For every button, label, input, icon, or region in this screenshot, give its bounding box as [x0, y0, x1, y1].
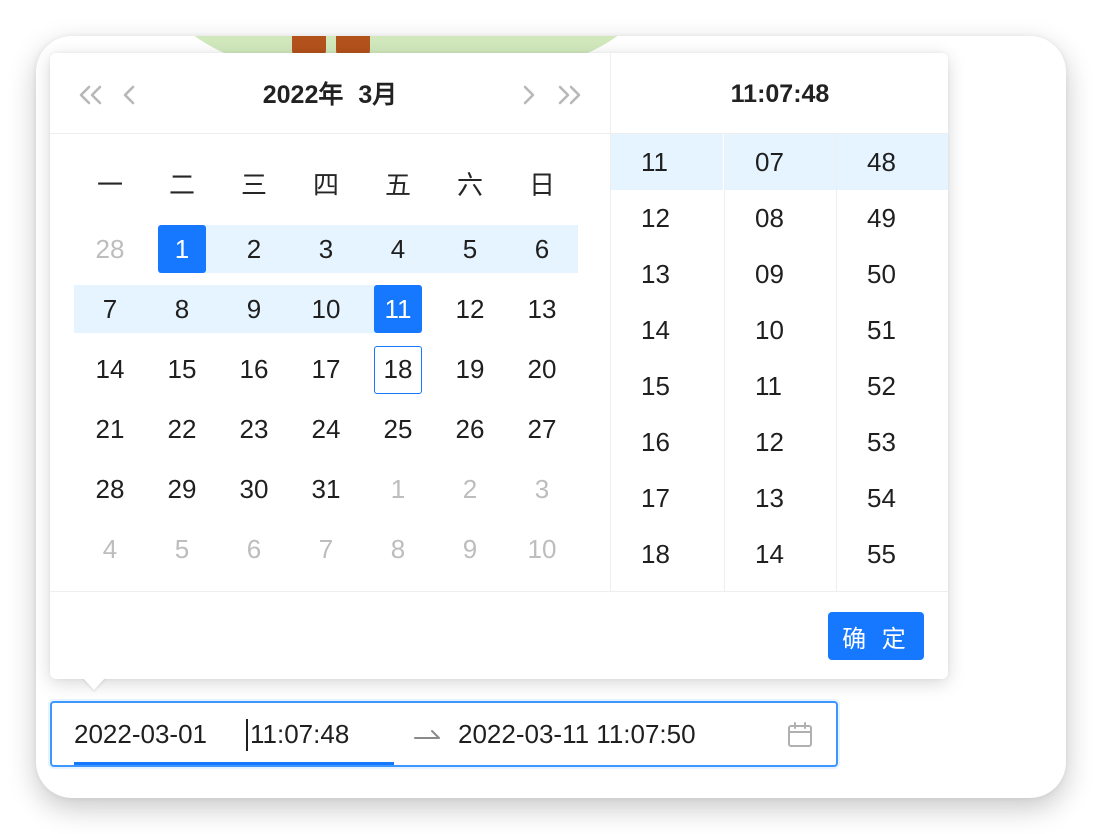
date-cell[interactable]: 12: [434, 279, 506, 339]
date-cell[interactable]: 6: [506, 219, 578, 279]
hour-option[interactable]: 16: [611, 414, 723, 470]
swap-arrow-icon: [412, 723, 442, 752]
date-cell[interactable]: 7: [74, 279, 146, 339]
chevron-right-icon[interactable]: [520, 75, 538, 115]
date-cell[interactable]: 22: [146, 399, 218, 459]
second-option[interactable]: 52: [837, 358, 948, 414]
date-panel: 2022年 3月 一 二 三 四 五 六 日 28 1 2 3 4 5 6 7 …: [50, 53, 610, 591]
date-cell[interactable]: 4: [74, 519, 146, 579]
year-label[interactable]: 2022年: [263, 81, 344, 109]
date-cell[interactable]: 25: [362, 399, 434, 459]
active-input-indicator: [74, 762, 394, 765]
text-caret: [246, 719, 248, 751]
date-cell[interactable]: 27: [506, 399, 578, 459]
picker-footer: 确 定: [50, 591, 948, 679]
weekday-label: 六: [456, 170, 483, 200]
date-cell[interactable]: 2: [434, 459, 506, 519]
date-cell[interactable]: 30: [218, 459, 290, 519]
start-date-value[interactable]: 2022-03-01: [74, 703, 207, 765]
time-panel: 11:07:48 11 12 13 14 15 16 17 18 07 08 0…: [610, 53, 949, 591]
datetime-range-input[interactable]: 2022-03-01 11:07:48 2022-03-11 11:07:50: [50, 701, 838, 767]
date-cell-range-end[interactable]: 11: [362, 279, 434, 339]
hour-column[interactable]: 11 12 13 14 15 16 17 18: [611, 134, 723, 591]
weekday-label: 四: [312, 170, 339, 200]
calendar-icon[interactable]: [786, 721, 814, 754]
double-chevron-right-icon[interactable]: [556, 75, 584, 115]
date-cell[interactable]: 16: [218, 339, 290, 399]
minute-option[interactable]: 09: [725, 246, 836, 302]
weekday-label: 三: [240, 170, 267, 200]
second-option[interactable]: 51: [837, 302, 948, 358]
date-cell[interactable]: 20: [506, 339, 578, 399]
date-cell[interactable]: 9: [434, 519, 506, 579]
date-cell[interactable]: 31: [290, 459, 362, 519]
date-cell[interactable]: 5: [146, 519, 218, 579]
hour-option-selected[interactable]: 11: [611, 134, 723, 190]
minute-option[interactable]: 11: [725, 358, 836, 414]
minute-option-selected[interactable]: 07: [725, 134, 836, 190]
date-cell[interactable]: 28: [74, 219, 146, 279]
date-cell-range-start[interactable]: 1: [146, 219, 218, 279]
start-time-value[interactable]: 11:07:48: [250, 703, 349, 765]
second-option[interactable]: 55: [837, 526, 948, 582]
date-cell[interactable]: 3: [290, 219, 362, 279]
date-cell[interactable]: 13: [506, 279, 578, 339]
date-cell[interactable]: 8: [146, 279, 218, 339]
hour-option[interactable]: 13: [611, 246, 723, 302]
minute-option[interactable]: 14: [725, 526, 836, 582]
date-cell[interactable]: 10: [506, 519, 578, 579]
datetime-range-picker-popup: 2022年 3月 一 二 三 四 五 六 日 28 1 2 3 4 5 6 7 …: [50, 53, 949, 679]
date-cell[interactable]: 26: [434, 399, 506, 459]
time-panel-title: 11:07:48: [611, 53, 949, 134]
second-option-selected[interactable]: 48: [837, 134, 948, 190]
date-cell[interactable]: 28: [74, 459, 146, 519]
date-cell[interactable]: 21: [74, 399, 146, 459]
date-cell[interactable]: 6: [218, 519, 290, 579]
date-cell[interactable]: 24: [290, 399, 362, 459]
date-cell[interactable]: 23: [218, 399, 290, 459]
weekday-label: 一: [96, 170, 123, 200]
date-cell[interactable]: 19: [434, 339, 506, 399]
date-cell[interactable]: 15: [146, 339, 218, 399]
date-cell[interactable]: 3: [506, 459, 578, 519]
hour-option[interactable]: 14: [611, 302, 723, 358]
date-cell[interactable]: 14: [74, 339, 146, 399]
ok-button[interactable]: 确 定: [828, 612, 924, 660]
date-cell[interactable]: 7: [290, 519, 362, 579]
hour-option[interactable]: 17: [611, 470, 723, 526]
date-cell[interactable]: 4: [362, 219, 434, 279]
date-cell[interactable]: 10: [290, 279, 362, 339]
hour-option[interactable]: 18: [611, 526, 723, 582]
minute-option[interactable]: 13: [725, 470, 836, 526]
minute-option[interactable]: 10: [725, 302, 836, 358]
second-option[interactable]: 49: [837, 190, 948, 246]
weekday-header-row: 一 二 三 四 五 六 日: [74, 165, 578, 205]
second-option[interactable]: 53: [837, 414, 948, 470]
date-cell[interactable]: 29: [146, 459, 218, 519]
second-option[interactable]: 54: [837, 470, 948, 526]
date-cell[interactable]: 1: [362, 459, 434, 519]
weekday-label: 日: [528, 170, 555, 200]
weekday-label: 二: [168, 170, 195, 200]
second-option[interactable]: 50: [837, 246, 948, 302]
end-datetime-value[interactable]: 2022-03-11 11:07:50: [458, 703, 696, 765]
date-cell[interactable]: 8: [362, 519, 434, 579]
date-cell[interactable]: 9: [218, 279, 290, 339]
date-grid: 28 1 2 3 4 5 6 7 8 9 10 11 12 13 14 15 1…: [74, 219, 578, 579]
date-cell-today[interactable]: 18: [362, 339, 434, 399]
date-panel-header: 2022年 3月: [50, 53, 610, 134]
date-cell[interactable]: 5: [434, 219, 506, 279]
second-column[interactable]: 48 49 50 51 52 53 54 55: [836, 134, 948, 591]
minute-column[interactable]: 07 08 09 10 11 12 13 14: [724, 134, 836, 591]
popup-arrow: [82, 677, 106, 690]
date-cell[interactable]: 17: [290, 339, 362, 399]
hour-option[interactable]: 15: [611, 358, 723, 414]
hour-option[interactable]: 12: [611, 190, 723, 246]
date-cell[interactable]: 2: [218, 219, 290, 279]
minute-option[interactable]: 12: [725, 414, 836, 470]
weekday-label: 五: [384, 170, 411, 200]
month-label[interactable]: 3月: [358, 81, 397, 109]
minute-option[interactable]: 08: [725, 190, 836, 246]
